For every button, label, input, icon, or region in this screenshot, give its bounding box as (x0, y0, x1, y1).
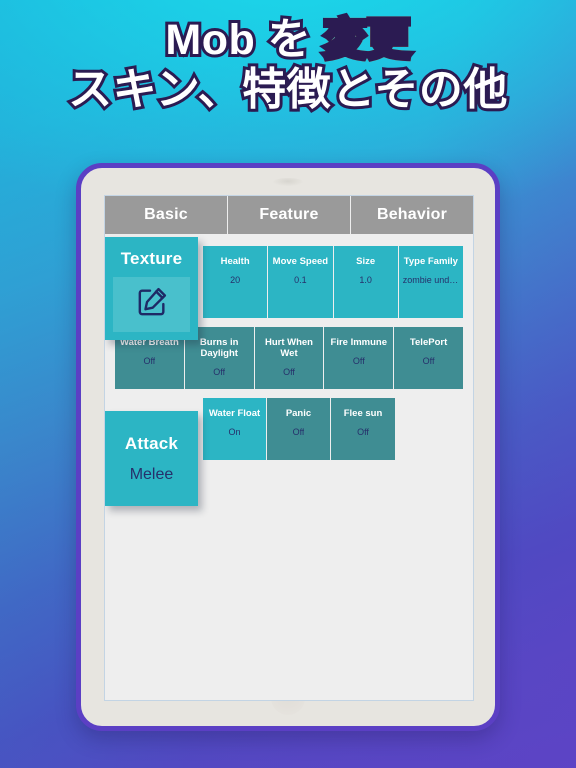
property-value: Off (352, 356, 365, 367)
property-title: Size (356, 256, 376, 267)
app-screen: Basic Feature Behavior Health 20 Move Sp… (104, 195, 474, 701)
texture-icon-container[interactable] (113, 277, 190, 332)
property-title: Type Family (403, 256, 458, 267)
property-value: Off (422, 356, 435, 367)
tablet-device-frame: Basic Feature Behavior Health 20 Move Sp… (76, 163, 500, 731)
attack-card[interactable]: Attack Melee (105, 411, 198, 506)
tab-feature[interactable]: Feature (228, 196, 351, 234)
headline-line-2: スキン、特徴とその他 (65, 63, 510, 114)
property-card-hurt-when-wet[interactable]: Hurt When Wet Off (254, 327, 325, 389)
property-card-panic[interactable]: Panic Off (267, 398, 331, 460)
headline-line-1-gold: 変更 (321, 15, 414, 66)
front-camera-icon (273, 178, 303, 186)
texture-card-title: Texture (120, 249, 183, 268)
headline-line-1-white: Mob を (162, 15, 324, 66)
property-title: Health (220, 256, 250, 267)
property-card-teleport[interactable]: TelePort Off (394, 327, 463, 389)
property-card-type-family[interactable]: Type Family zombie undea... (398, 246, 463, 318)
property-title: Move Speed (272, 256, 329, 267)
property-card-health[interactable]: Health 20 (203, 246, 269, 318)
tab-bar: Basic Feature Behavior (105, 196, 473, 234)
property-value: On (228, 427, 241, 438)
property-value: Off (213, 367, 226, 378)
property-card-flee-sun[interactable]: Flee sun Off (331, 398, 395, 460)
property-value: Off (357, 427, 369, 438)
texture-card[interactable]: Texture (105, 237, 198, 340)
property-value: Off (283, 367, 295, 378)
property-title: TelePort (409, 337, 448, 348)
property-title: Fire Immune (330, 337, 388, 348)
property-value: 1.0 (359, 275, 372, 286)
property-value: zombie undea... (402, 275, 459, 286)
property-value: Off (143, 356, 156, 367)
property-value: Off (292, 427, 305, 438)
tab-basic[interactable]: Basic (105, 196, 228, 234)
attack-card-title: Attack (124, 433, 179, 453)
attack-card-value: Melee (129, 465, 174, 483)
property-title: Flee sun (343, 408, 383, 419)
property-title: Panic (285, 408, 312, 419)
property-card-move-speed[interactable]: Move Speed 0.1 (268, 246, 334, 318)
property-card-size[interactable]: Size 1.0 (333, 246, 399, 318)
property-card-fire-immune[interactable]: Fire Immune Off (324, 327, 395, 389)
property-card-water-float[interactable]: Water Float On (203, 398, 267, 460)
property-value: 0.1 (294, 275, 307, 286)
property-value: 20 (230, 275, 241, 286)
edit-pencil-square-icon (135, 285, 169, 324)
property-title: Hurt When Wet (264, 337, 313, 360)
headline-line-1: Mob を 変更 (0, 15, 576, 66)
property-title: Water Float (208, 408, 261, 419)
properties-grid: Health 20 Move Speed 0.1 Size 1.0 Type F… (105, 234, 473, 700)
promo-headline: Mob を 変更 スキン、特徴とその他 (0, 15, 576, 115)
tab-behavior[interactable]: Behavior (351, 196, 473, 234)
property-title: Burns in Daylight (199, 337, 239, 360)
